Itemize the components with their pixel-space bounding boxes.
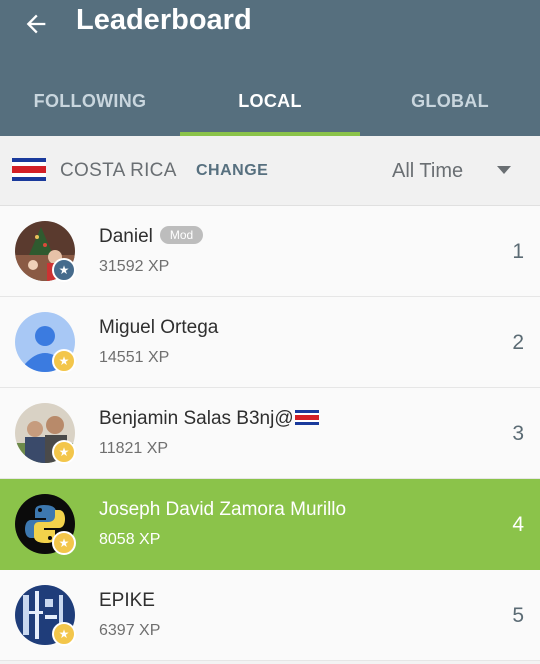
user-name-text: Daniel <box>99 226 153 247</box>
app-bar: Leaderboard FOLLOWING LOCAL GLOBAL <box>0 0 540 136</box>
mod-tag: Mod <box>159 226 204 244</box>
user-name-text: Benjamin Salas B3nj@ <box>99 408 294 429</box>
costa-rica-flag-icon <box>294 410 319 425</box>
change-country-button[interactable]: CHANGE <box>196 136 268 206</box>
star-badge-icon: ★ <box>52 440 76 464</box>
leaderboard-row[interactable]: ★ EPIKE 6397 XP 5 <box>0 570 540 661</box>
leaderboard-row[interactable]: ★ Daniel Mod 31592 XP 1 <box>0 206 540 297</box>
filter-bar: COSTA RICA CHANGE All Time <box>0 136 540 206</box>
tab-local[interactable]: LOCAL <box>180 66 360 136</box>
back-button[interactable] <box>18 6 54 42</box>
leaderboard-row[interactable]: ★ Miguel Ortega 14551 XP 2 <box>0 297 540 388</box>
star-badge-icon: ★ <box>52 531 76 555</box>
leaderboard-row-current-user[interactable]: ★ Joseph David Zamora Murillo 8058 XP 4 <box>0 479 540 570</box>
leaderboard-list: ★ Daniel Mod 31592 XP 1 ★ Miguel Ortega 1… <box>0 206 540 661</box>
arrow-left-icon <box>26 14 46 34</box>
user-name[interactable]: Benjamin Salas B3nj@ <box>99 408 319 430</box>
user-rank: 3 <box>512 421 524 445</box>
user-name[interactable]: Daniel Mod <box>99 226 204 248</box>
tab-bar: FOLLOWING LOCAL GLOBAL <box>0 66 540 136</box>
leaderboard-row[interactable]: ★ Benjamin Salas B3nj@ 11821 XP 3 <box>0 388 540 479</box>
user-name[interactable]: Miguel Ortega <box>99 317 218 339</box>
page-title: Leaderboard <box>76 4 252 36</box>
user-rank: 2 <box>512 330 524 354</box>
user-xp: 31592 XP <box>99 258 170 275</box>
user-xp: 11821 XP <box>99 440 169 457</box>
caret-down-icon[interactable] <box>497 166 511 174</box>
tab-following[interactable]: FOLLOWING <box>0 66 180 136</box>
costa-rica-flag-icon <box>12 158 46 181</box>
user-xp: 8058 XP <box>99 531 161 548</box>
country-label: COSTA RICA <box>60 160 177 181</box>
star-badge-icon: ★ <box>52 349 76 373</box>
user-xp: 14551 XP <box>99 349 170 366</box>
user-rank: 4 <box>512 512 524 536</box>
user-xp: 6397 XP <box>99 622 161 639</box>
tab-global[interactable]: GLOBAL <box>360 66 540 136</box>
star-badge-icon: ★ <box>52 622 76 646</box>
user-rank: 5 <box>512 603 524 627</box>
user-rank: 1 <box>512 239 524 263</box>
user-name[interactable]: EPIKE <box>99 590 155 612</box>
period-dropdown[interactable]: All Time <box>392 136 463 206</box>
mod-badge-icon: ★ <box>52 258 76 282</box>
user-name[interactable]: Joseph David Zamora Murillo <box>99 499 346 521</box>
